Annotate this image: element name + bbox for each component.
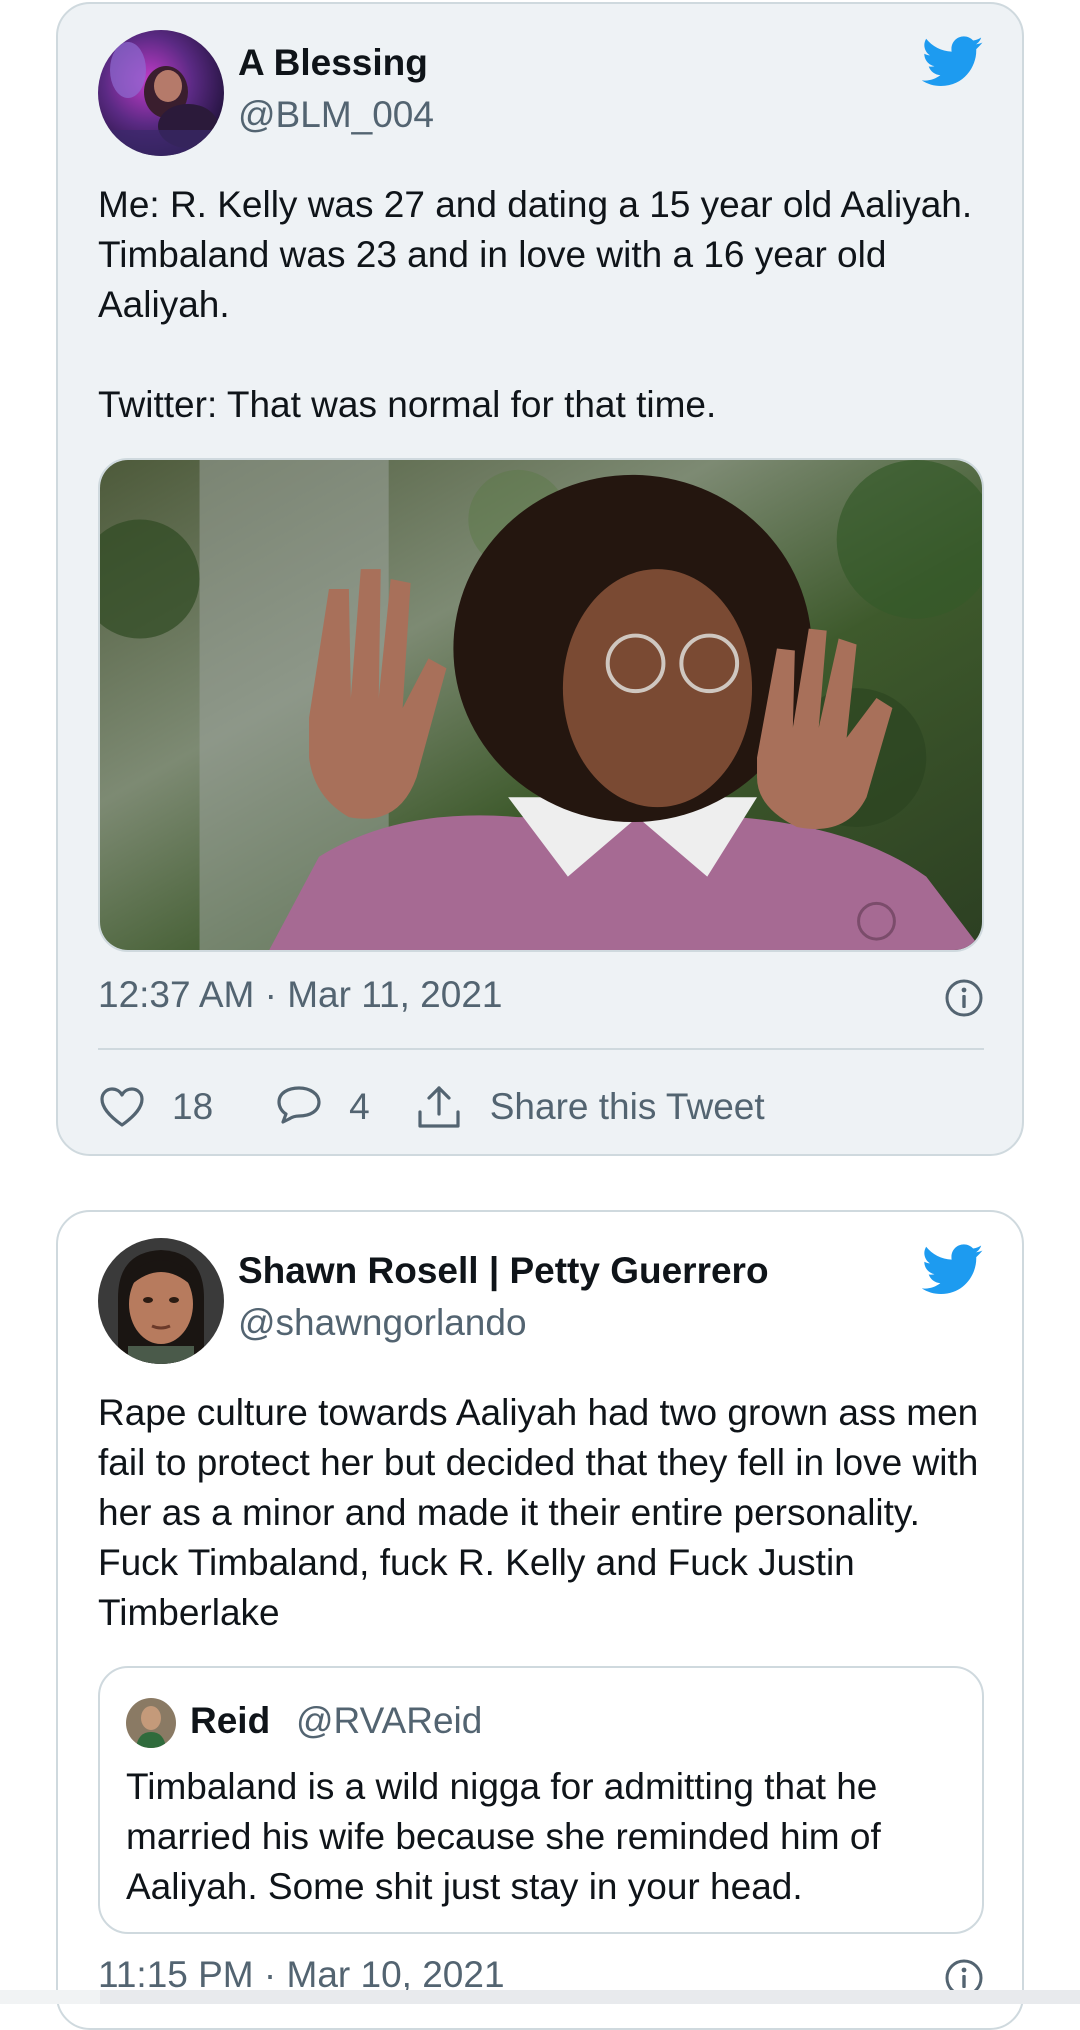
- author-handle[interactable]: @BLM_004: [238, 94, 434, 136]
- tweet-text: Rape culture towards Aaliyah had two gro…: [98, 1392, 979, 1633]
- author-name[interactable]: A Blessing: [238, 42, 428, 84]
- reply-bubble-icon: [275, 1084, 323, 1130]
- like-count: 18: [172, 1086, 214, 1127]
- divider: [98, 1048, 984, 1050]
- reply-button[interactable]: 4: [275, 1084, 370, 1130]
- reply-count: 4: [349, 1086, 370, 1127]
- like-button[interactable]: 18: [98, 1085, 213, 1129]
- horizontal-scrollbar[interactable]: [0, 1990, 1080, 2004]
- info-icon[interactable]: [944, 978, 984, 1018]
- scrollbar-thumb[interactable]: [100, 1990, 1080, 2004]
- twitter-bird-icon[interactable]: [922, 36, 984, 88]
- share-button[interactable]: Share this Tweet: [414, 1082, 765, 1132]
- tweet-paragraph: Twitter: That was normal for that time.: [98, 384, 717, 425]
- author-avatar[interactable]: [98, 30, 224, 156]
- tweet-card[interactable]: A Blessing @BLM_004 Me: R. Kelly was 27 …: [56, 2, 1024, 1156]
- quoted-author-avatar[interactable]: [126, 1698, 176, 1748]
- twitter-bird-icon[interactable]: [922, 1244, 984, 1296]
- author-handle[interactable]: @shawngorlando: [238, 1302, 527, 1344]
- quoted-tweet-text: Timbaland is a wild nigga for admitting …: [126, 1766, 881, 1907]
- quoted-author-handle[interactable]: @RVAReid: [296, 1700, 482, 1742]
- share-upload-icon: [414, 1082, 464, 1132]
- quoted-author-name[interactable]: Reid: [190, 1700, 270, 1742]
- author-name[interactable]: Shawn Rosell | Petty Guerrero: [238, 1250, 769, 1292]
- tweet-text: Me: R. Kelly was 27 and dating a 15 year…: [98, 180, 986, 430]
- tweet-paragraph: Me: R. Kelly was 27 and dating a 15 year…: [98, 184, 973, 325]
- tweet-actions: 18 4 Share this Tweet: [98, 1072, 765, 1142]
- tweet-media-image[interactable]: [98, 458, 984, 952]
- heart-icon: [98, 1085, 146, 1129]
- tweet-card[interactable]: Shawn Rosell | Petty Guerrero @shawngorl…: [56, 1210, 1024, 2030]
- quoted-tweet[interactable]: Reid @RVAReid Timbaland is a wild nigga …: [98, 1666, 984, 1934]
- share-label: Share this Tweet: [489, 1086, 765, 1127]
- author-avatar[interactable]: [98, 1238, 224, 1364]
- tweet-timestamp[interactable]: 12:37 AM · Mar 11, 2021: [98, 974, 503, 1016]
